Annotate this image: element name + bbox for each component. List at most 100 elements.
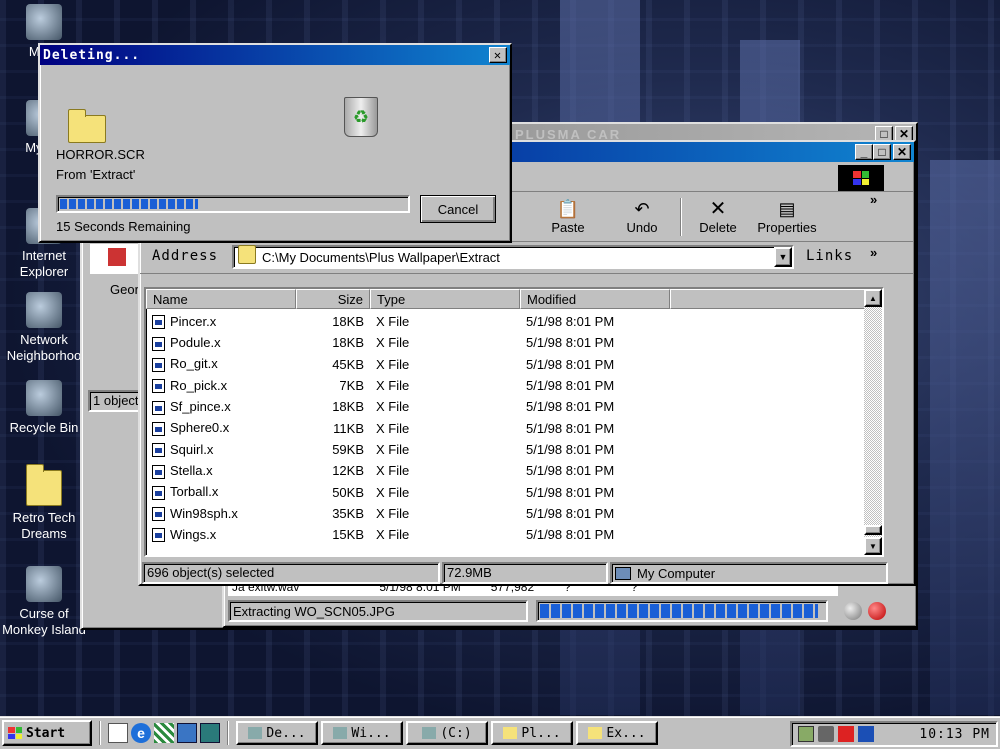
file-list-scrollbar[interactable]: ▲ ▼ xyxy=(864,289,882,555)
window-task-icon xyxy=(333,727,348,739)
tray-app-icon[interactable] xyxy=(798,726,814,742)
dialog-close-button[interactable]: ✕ xyxy=(489,47,507,63)
red-light-icon[interactable] xyxy=(868,602,886,620)
tray-red-icon[interactable] xyxy=(838,726,854,742)
taskbar-task-label: Ex... xyxy=(606,725,646,741)
cell-text-type: X File xyxy=(376,484,410,500)
folder-icon xyxy=(503,727,518,739)
taskbar-task-label: Pl... xyxy=(521,725,561,741)
minimize-button[interactable]: _ xyxy=(855,144,873,160)
cell-modified: 5/1/98 8:01 PM xyxy=(520,335,670,350)
paste-icon: 📋 xyxy=(556,199,580,219)
cancel-button[interactable]: Cancel xyxy=(420,195,496,223)
table-row[interactable]: Podule.x 18KB X File 5/1/98 8:01 PM xyxy=(146,332,882,353)
scroll-down-button[interactable]: ▼ xyxy=(864,537,882,555)
cell-text-modified: 5/1/98 8:01 PM xyxy=(526,356,615,372)
table-row[interactable]: Stella.x 12KB X File 5/1/98 8:01 PM xyxy=(146,460,882,481)
taskbar-task-button[interactable]: De... xyxy=(236,721,318,745)
taskbar-task-button[interactable]: Ex... xyxy=(576,721,658,745)
taskbar-separator xyxy=(99,721,101,745)
cell-text-name: Win98sph.x xyxy=(170,505,238,521)
undo-button[interactable]: ↶ Undo xyxy=(610,198,674,235)
windows-flag-icon xyxy=(8,727,22,739)
cell-modified: 5/1/98 8:01 PM xyxy=(520,485,670,500)
monkey-island-icon xyxy=(26,566,62,602)
taskbar-task-button[interactable]: Pl... xyxy=(491,721,573,745)
column-header-type[interactable]: Type xyxy=(370,289,520,309)
taskbar-task-button[interactable]: Wi... xyxy=(321,721,403,745)
cell-text-modified: 5/1/98 8:01 PM xyxy=(526,527,615,543)
image-file-icon xyxy=(108,248,126,266)
x-file-icon xyxy=(152,336,165,351)
cell-text-type: X File xyxy=(376,463,410,479)
table-row[interactable]: Sphere0.x 11KB X File 5/1/98 8:01 PM xyxy=(146,417,882,438)
table-row[interactable]: Sf_pince.x 18KB X File 5/1/98 8:01 PM xyxy=(146,396,882,417)
drive-icon xyxy=(422,727,437,739)
cell-type: X File xyxy=(370,421,520,436)
maximize-button[interactable]: □ xyxy=(873,144,891,160)
quicklaunch-desktop-icon[interactable] xyxy=(200,723,220,743)
x-file-icon xyxy=(152,528,165,543)
links-more-button[interactable]: » xyxy=(870,245,877,260)
address-dropdown-button[interactable]: ▼ xyxy=(774,247,792,267)
scroll-thumb[interactable] xyxy=(864,525,882,535)
table-row[interactable]: Pincer.x 18KB X File 5/1/98 8:01 PM xyxy=(146,311,882,332)
quicklaunch-notepad-icon[interactable] xyxy=(108,723,128,743)
volume-icon[interactable] xyxy=(818,726,834,742)
address-input[interactable]: C:\My Documents\Plus Wallpaper\Extract ▼ xyxy=(232,244,794,269)
cell-text-type: X File xyxy=(376,335,410,351)
extractor-window[interactable]: Ja exitw.wav 5/1/98 8:01 PM 577,982 ? ? … xyxy=(222,580,918,628)
cell-size: 7KB xyxy=(296,378,370,393)
cell-size: 35KB xyxy=(296,506,370,521)
cell-text-name: Wings.x xyxy=(170,526,217,542)
paste-button[interactable]: 📋 Paste xyxy=(536,198,600,235)
delete-button[interactable]: ✕ Delete xyxy=(686,198,750,235)
recycle-bin-icon xyxy=(26,380,62,416)
taskbar-task-label: Wi... xyxy=(351,725,391,741)
file-list[interactable]: Name Size Type Modified Pincer.x 18KB X Fi… xyxy=(144,287,884,557)
cell-text-size: 18KB xyxy=(332,314,364,330)
links-label[interactable]: Links xyxy=(806,248,853,264)
table-row[interactable]: Ro_pick.x 7KB X File 5/1/98 8:01 PM xyxy=(146,375,882,396)
table-row[interactable]: Wings.x 15KB X File 5/1/98 8:01 PM xyxy=(146,524,882,545)
quicklaunch-app-icon[interactable] xyxy=(154,723,174,743)
taskbar-task-button[interactable]: (C:) xyxy=(406,721,488,745)
cell-text-size: 15KB xyxy=(332,527,364,543)
quicklaunch-channels-icon[interactable] xyxy=(177,723,197,743)
column-header-name[interactable]: Name xyxy=(146,289,296,309)
cell-name: Sphere0.x xyxy=(146,420,296,436)
cell-name: Squirl.x xyxy=(146,442,296,458)
scroll-up-button[interactable]: ▲ xyxy=(864,289,882,307)
x-file-icon xyxy=(152,379,165,394)
table-row[interactable]: Torball.x 50KB X File 5/1/98 8:01 PM xyxy=(146,481,882,502)
x-file-icon xyxy=(152,358,165,373)
properties-label: Properties xyxy=(757,220,817,235)
properties-button[interactable]: ▤ Properties xyxy=(752,198,822,235)
recycle-bin-icon: ♻ xyxy=(344,97,378,137)
deleting-dialog[interactable]: Deleting... ✕ ♻ HORROR.SCR From 'Extract… xyxy=(38,43,512,243)
start-button[interactable]: Start xyxy=(2,720,92,746)
close-button[interactable]: ✕ xyxy=(893,144,911,160)
tray-blue-icon[interactable] xyxy=(858,726,874,742)
delete-progress-fill xyxy=(60,199,199,209)
table-row[interactable]: Ro_git.x 45KB X File 5/1/98 8:01 PM xyxy=(146,354,882,375)
quicklaunch-ie-icon[interactable]: e xyxy=(131,723,151,743)
cell-modified: 5/1/98 8:01 PM xyxy=(520,357,670,372)
table-row[interactable]: Win98sph.x 35KB X File 5/1/98 8:01 PM xyxy=(146,503,882,524)
cell-type: X File xyxy=(370,463,520,478)
dialog-title: Deleting... xyxy=(43,47,141,63)
column-header-modified[interactable]: Modified xyxy=(520,289,670,309)
x-file-icon xyxy=(152,464,165,479)
clock[interactable]: 10:13 PM xyxy=(919,727,990,742)
cell-text-type: X File xyxy=(376,441,410,457)
toolbar-more-button[interactable]: » xyxy=(870,192,877,207)
cell-text-name: Pincer.x xyxy=(170,313,217,329)
delete-icon: ✕ xyxy=(709,198,727,220)
cell-text-name: Stella.x xyxy=(170,462,213,478)
cell-type: X File xyxy=(370,378,520,393)
cell-text-type: X File xyxy=(376,527,410,543)
cell-text-modified: 5/1/98 8:01 PM xyxy=(526,484,615,500)
column-header-size[interactable]: Size xyxy=(296,289,370,309)
cell-modified: 5/1/98 8:01 PM xyxy=(520,442,670,457)
table-row[interactable]: Squirl.x 59KB X File 5/1/98 8:01 PM xyxy=(146,439,882,460)
